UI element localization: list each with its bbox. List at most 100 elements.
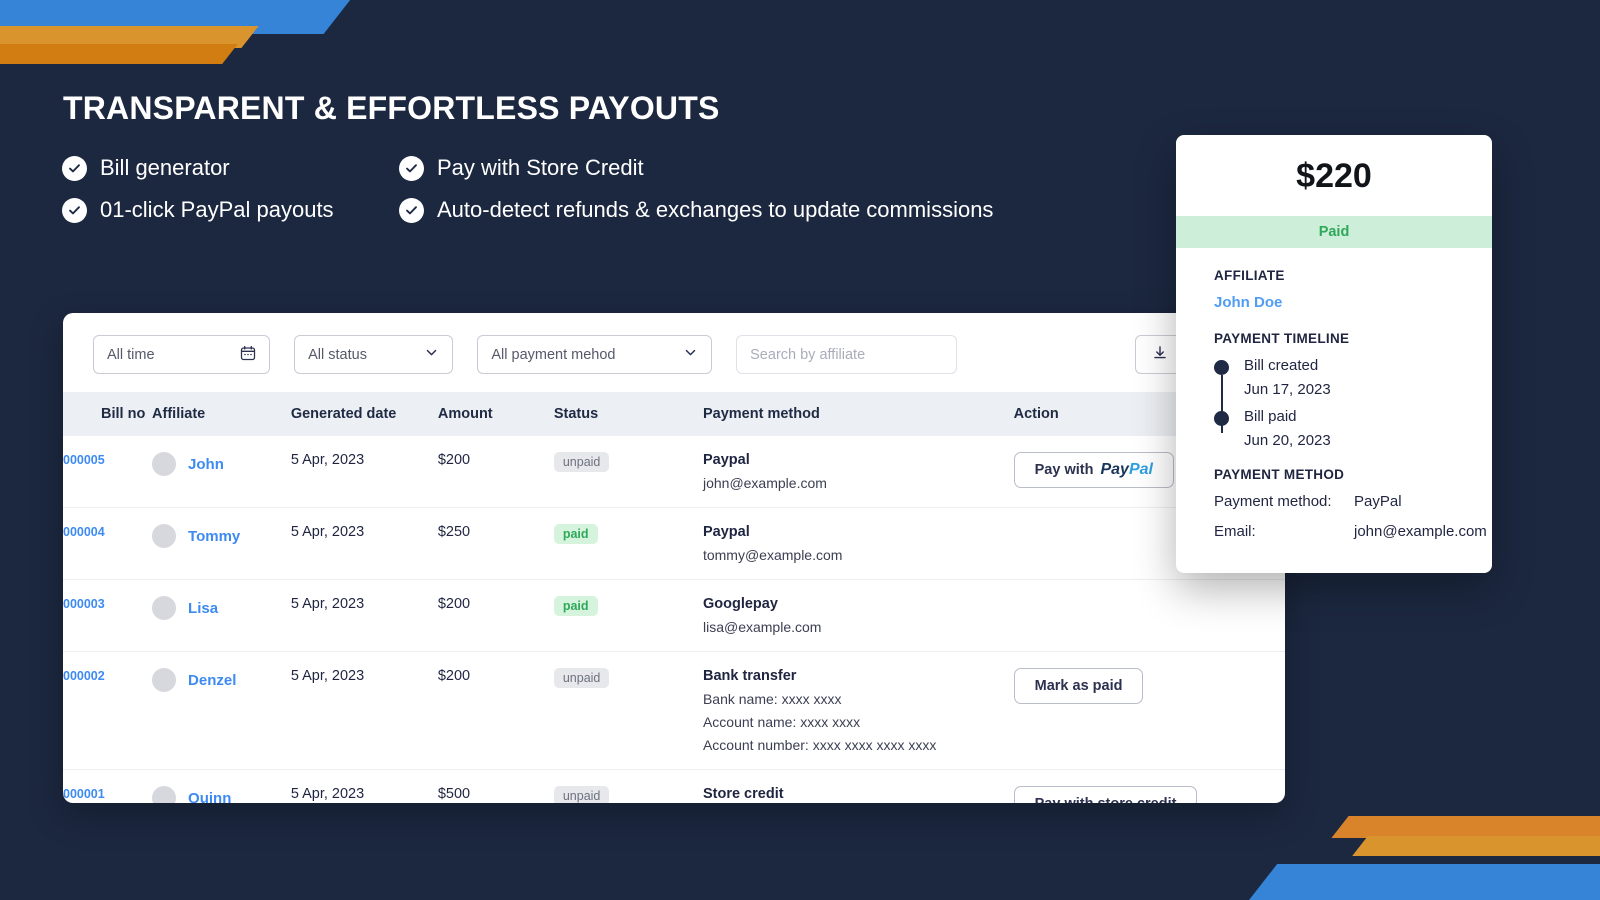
chevron-down-icon — [683, 345, 698, 364]
cell-payment-method: Paypal tommy@example.com — [702, 507, 1014, 580]
column-header-status: Status — [553, 392, 703, 436]
cell-bill-no: 000005 — [63, 436, 153, 508]
cell-status: unpaid — [553, 770, 703, 803]
cell-amount: $250 — [437, 507, 554, 580]
column-header-amount: Amount — [437, 392, 554, 436]
avatar — [152, 596, 177, 620]
affiliate-link[interactable]: Tommy — [188, 528, 240, 545]
avatar — [152, 524, 177, 548]
detail-method-row: Email: john@example.com — [1214, 523, 1487, 540]
cell-bill-no: 000003 — [63, 579, 153, 652]
filter-payment-method[interactable]: All payment mehod — [477, 335, 713, 374]
detail-method-row: Payment method: PayPal — [1214, 493, 1454, 510]
page-title: TRANSPARENT & EFFORTLESS PAYOUTS — [63, 90, 720, 126]
avatar — [152, 452, 177, 476]
table-header: Bill no Affiliate Generated date Amount … — [63, 392, 1285, 436]
cell-date: 5 Apr, 2023 — [290, 579, 438, 652]
detail-body: AFFILIATE John Doe PAYMENT TIMELINE Bill… — [1176, 248, 1492, 540]
decoration-bottom-right-orange-dark — [1331, 816, 1600, 838]
bills-table-card: All time All status All payment mehod Se… — [63, 313, 1285, 803]
status-badge: unpaid — [553, 452, 610, 472]
bill-no-link[interactable]: 000001 — [63, 787, 105, 801]
cell-date: 5 Apr, 2023 — [290, 651, 438, 770]
affiliate-link[interactable]: Quinn — [188, 790, 231, 804]
bill-no-link[interactable]: 000004 — [63, 525, 105, 539]
cell-status: unpaid — [553, 651, 703, 770]
decoration-top-left-orange-light — [0, 26, 259, 48]
payment-timeline: Bill created Jun 17, 2023 Bill paid Jun … — [1214, 357, 1454, 449]
feature-item-auto-detect: Auto-detect refunds & exchanges to updat… — [399, 197, 993, 223]
cell-status: paid — [553, 507, 703, 580]
cell-payment-method: Paypal john@example.com — [702, 436, 1014, 508]
method-detail: john@example.com — [702, 475, 827, 491]
detail-method-label: PAYMENT METHOD — [1214, 467, 1345, 482]
feature-label: Bill generator — [100, 155, 230, 180]
decoration-bottom-right-blue — [1242, 864, 1600, 900]
bill-no-link[interactable]: 000005 — [63, 453, 105, 467]
feature-label: Auto-detect refunds & exchanges to updat… — [437, 197, 994, 222]
cell-action: Pay with store credit — [1013, 770, 1285, 803]
status-badge: paid — [553, 596, 598, 616]
search-input[interactable] — [750, 346, 943, 363]
action-label: Pay with — [1034, 462, 1094, 478]
feature-item-paypal-payouts: 01-click PayPal payouts — [62, 197, 399, 223]
decoration-top-left-blue — [0, 0, 357, 34]
page-root: TRANSPARENT & EFFORTLESS PAYOUTS Bill ge… — [0, 0, 1600, 900]
filter-bar: All time All status All payment mehod Se… — [63, 313, 1285, 392]
cell-action — [1013, 579, 1285, 652]
cell-action: Mark as paid — [1013, 651, 1285, 770]
avatar — [152, 668, 177, 692]
bill-no-link[interactable]: 000003 — [63, 597, 105, 611]
chevron-down-icon — [424, 345, 439, 364]
cell-bill-no: 000002 — [63, 651, 153, 770]
cell-payment-method: Store credit — [703, 770, 1014, 804]
affiliate-link[interactable]: Denzel — [188, 672, 236, 689]
method-title: Paypal — [702, 524, 750, 540]
pay-with-paypal-button[interactable]: Pay with PayPal — [1013, 452, 1174, 488]
feature-label: 01-click PayPal payouts — [100, 197, 334, 222]
affiliate-link[interactable]: John — [188, 456, 224, 473]
method-detail: Bank name: xxxx xxxx — [702, 691, 842, 707]
cell-payment-method: Bank transfer Bank name: xxxx xxxx Accou… — [702, 651, 1014, 770]
cell-amount: $200 — [437, 579, 554, 652]
cell-amount: $200 — [437, 436, 554, 508]
cell-bill-no: 000004 — [63, 507, 153, 580]
column-header-affiliate: Affiliate — [152, 392, 291, 436]
bill-detail-card: $220 Paid AFFILIATE John Doe PAYMENT TIM… — [1176, 135, 1492, 573]
table-row: 000005 John 5 Apr, 2023 $200 unpaid Payp… — [63, 436, 1285, 508]
detail-method-rows: Payment method: PayPal Email: john@examp… — [1214, 493, 1487, 540]
column-header-method: Payment method — [702, 392, 1014, 436]
detail-status-banner: Paid — [1176, 216, 1492, 248]
pay-with-store-credit-button[interactable]: Pay with store credit — [1013, 786, 1198, 803]
check-circle-icon — [62, 197, 87, 223]
filter-method-label: All payment mehod — [491, 346, 616, 363]
paypal-logo-icon: PayPal — [1100, 461, 1153, 478]
method-detail: Account number: xxxx xxxx xxxx xxxx — [702, 737, 937, 753]
method-title: Bank transfer — [702, 668, 797, 684]
table-row: 000001 Quinn 5 Apr, 2023 $500 unpaid Sto… — [63, 770, 1285, 804]
feature-row: Bill generator Pay with Store Credit — [62, 155, 1162, 181]
filter-status[interactable]: All status — [294, 335, 454, 374]
table-header-row: Bill no Affiliate Generated date Amount … — [63, 392, 1285, 436]
decoration-top-left-orange-dark — [0, 44, 238, 64]
bills-table: Bill no Affiliate Generated date Amount … — [63, 392, 1285, 803]
mark-as-paid-button[interactable]: Mark as paid — [1013, 668, 1144, 704]
detail-affiliate-link[interactable]: John Doe — [1214, 294, 1454, 311]
affiliate-link[interactable]: Lisa — [188, 600, 218, 617]
cell-affiliate: Denzel — [152, 651, 291, 770]
timeline-dot-icon — [1214, 360, 1229, 375]
detail-method-value: john@example.com — [1354, 523, 1487, 540]
bill-no-link[interactable]: 000002 — [63, 669, 105, 683]
method-detail: Account name: xxxx xxxx — [702, 714, 861, 730]
filter-status-label: All status — [308, 346, 367, 363]
search-affiliate-box[interactable] — [736, 335, 957, 374]
method-detail: tommy@example.com — [702, 547, 843, 563]
table-row: 000002 Denzel 5 Apr, 2023 $200 unpaid Ba… — [63, 651, 1285, 770]
method-title: Paypal — [702, 452, 750, 468]
filter-time-range[interactable]: All time — [93, 335, 271, 374]
cell-affiliate: John — [152, 436, 291, 508]
filter-time-label: All time — [107, 346, 155, 363]
table-row: 000004 Tommy 5 Apr, 2023 $250 paid Paypa… — [63, 507, 1285, 580]
check-circle-icon — [62, 155, 87, 181]
feature-row: 01-click PayPal payouts Auto-detect refu… — [62, 197, 1162, 223]
